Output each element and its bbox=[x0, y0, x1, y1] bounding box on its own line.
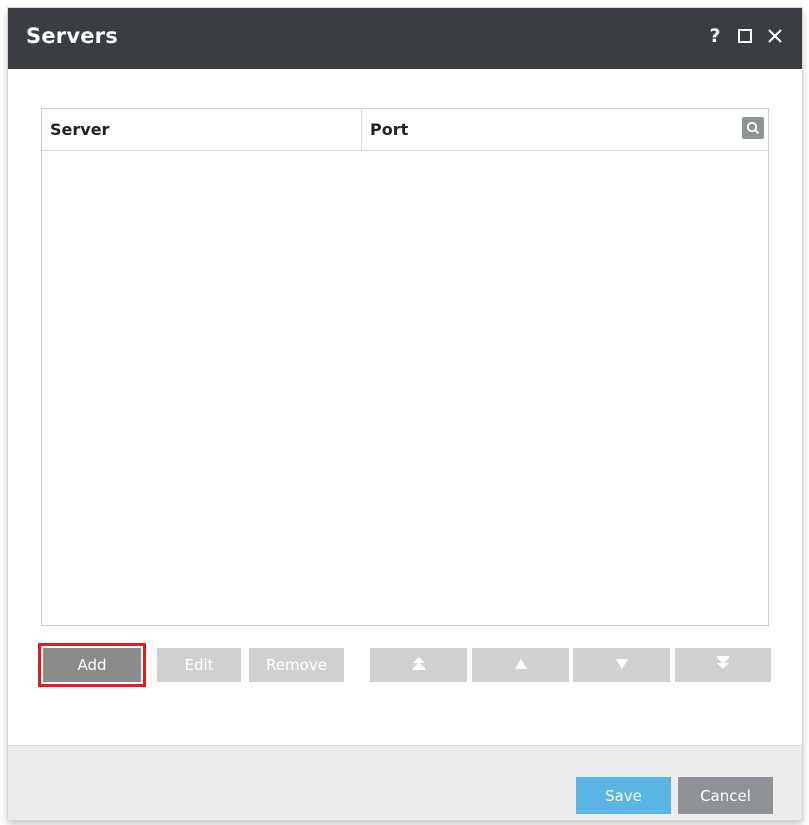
dialog-footer: Save Cancel bbox=[8, 745, 802, 820]
window-controls: ? bbox=[706, 24, 784, 48]
move-bottom-button[interactable] bbox=[675, 648, 771, 682]
edit-button[interactable]: Edit bbox=[157, 648, 241, 682]
search-icon[interactable] bbox=[742, 117, 764, 139]
move-down-button[interactable] bbox=[573, 648, 670, 682]
servers-table[interactable]: Server Port bbox=[41, 108, 769, 626]
title-bar: Servers ? bbox=[8, 8, 802, 69]
save-button[interactable]: Save bbox=[576, 777, 671, 814]
move-top-icon bbox=[412, 656, 426, 674]
servers-dialog: Servers ? Server Port Add Edit Remove Sa… bbox=[8, 8, 802, 820]
close-icon[interactable] bbox=[766, 24, 784, 48]
maximize-icon[interactable] bbox=[736, 24, 754, 48]
move-top-button[interactable] bbox=[370, 648, 467, 682]
move-up-icon bbox=[514, 656, 528, 674]
add-button[interactable]: Add bbox=[38, 643, 146, 687]
remove-button[interactable]: Remove bbox=[249, 648, 344, 682]
help-icon[interactable]: ? bbox=[706, 24, 724, 48]
cancel-button[interactable]: Cancel bbox=[678, 777, 773, 814]
dialog-title: Servers bbox=[26, 24, 118, 48]
table-header: Server Port bbox=[42, 109, 768, 151]
table-toolbar: Add Edit Remove bbox=[38, 643, 771, 687]
move-bottom-icon bbox=[716, 656, 730, 674]
column-header-server[interactable]: Server bbox=[42, 109, 362, 150]
move-down-icon bbox=[615, 656, 629, 674]
move-up-button[interactable] bbox=[472, 648, 569, 682]
column-header-port[interactable]: Port bbox=[362, 109, 768, 150]
